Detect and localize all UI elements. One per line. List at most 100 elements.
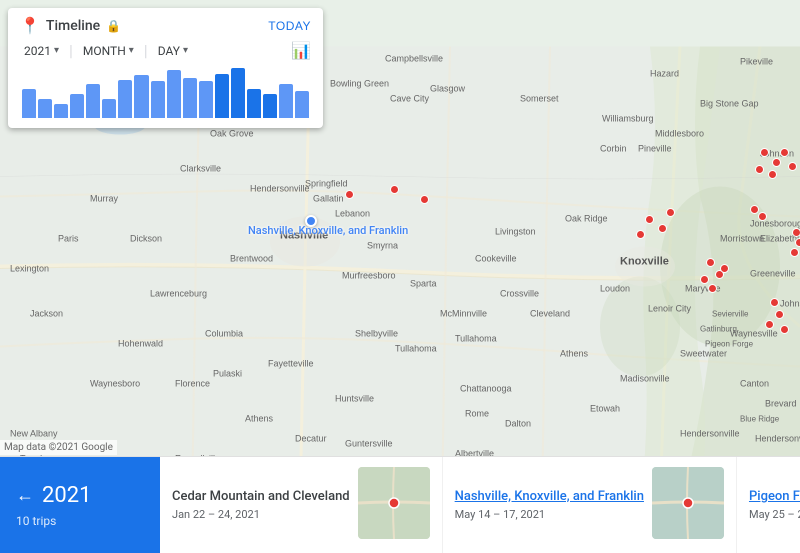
svg-text:Lawrenceburg: Lawrenceburg	[150, 289, 207, 299]
location-dot	[770, 298, 779, 307]
timeline-header: 📍 Timeline 🔒 TODAY	[20, 16, 311, 35]
svg-text:Athens: Athens	[245, 414, 274, 424]
svg-text:Huntsville: Huntsville	[335, 394, 374, 404]
location-dot	[720, 264, 729, 273]
trip-thumbnail	[652, 467, 724, 539]
trip-thumbnail	[358, 467, 430, 539]
month-dropdown-arrow: ▾	[129, 45, 134, 56]
svg-text:Brevard: Brevard	[765, 399, 797, 409]
location-dot	[758, 212, 767, 221]
month-filter[interactable]: MONTH ▾	[79, 42, 138, 60]
bar-chart-bar	[38, 99, 52, 118]
svg-text:Hohenwald: Hohenwald	[118, 339, 163, 349]
svg-text:Knoxville: Knoxville	[620, 256, 669, 268]
svg-text:Springfield: Springfield	[305, 179, 348, 189]
svg-text:Lenoir City: Lenoir City	[648, 304, 692, 314]
year-back: ← 2021	[16, 483, 144, 508]
bar-chart-bar	[22, 89, 36, 118]
trip-card-info: Nashville, Knoxville, and Franklin May 14…	[455, 467, 652, 543]
svg-text:Oak Ridge: Oak Ridge	[565, 214, 608, 224]
svg-text:Clarksville: Clarksville	[180, 164, 221, 174]
trip-title[interactable]: Pigeon Forge, Gatlinburg, and Seviervill…	[749, 489, 800, 506]
svg-text:Madisonville: Madisonville	[620, 374, 670, 384]
location-dot	[645, 215, 654, 224]
svg-text:Campbellsville: Campbellsville	[385, 54, 443, 64]
bar-chart-bar	[134, 75, 148, 118]
location-dot	[790, 248, 799, 257]
svg-text:McMinnville: McMinnville	[440, 309, 487, 319]
svg-text:Crossville: Crossville	[500, 289, 539, 299]
svg-text:Somerset: Somerset	[520, 94, 559, 104]
trip-cards-container[interactable]: Cedar Mountain and ClevelandJan 22 – 24,…	[160, 457, 800, 553]
map-data-attribution: Map data ©2021 Google	[0, 440, 117, 455]
trip-dates: May 25 – 27, 2021	[749, 508, 800, 521]
location-dot	[750, 205, 759, 214]
svg-text:Middlesboro: Middlesboro	[655, 129, 704, 139]
location-dot	[772, 158, 781, 167]
location-dot	[345, 190, 354, 199]
bar-chart-bar	[151, 81, 165, 118]
svg-text:Decatur: Decatur	[295, 434, 327, 444]
bar-chart-bar	[118, 80, 132, 118]
location-dot	[795, 238, 800, 247]
location-dot	[760, 148, 769, 157]
location-dot	[390, 185, 399, 194]
timeline-filters: 2021 ▾ | MONTH ▾ | DAY ▾ 📊	[20, 41, 311, 60]
svg-text:Hendersonville: Hendersonville	[680, 429, 740, 439]
svg-text:Rome: Rome	[465, 409, 489, 419]
trip-card[interactable]: Pigeon Forge, Gatlinburg, and Seviervill…	[737, 457, 800, 553]
location-dot	[780, 325, 789, 334]
day-dropdown-arrow: ▾	[183, 45, 188, 56]
back-arrow[interactable]: ←	[16, 485, 34, 506]
year-filter[interactable]: 2021 ▾	[20, 42, 63, 60]
bar-chart-bar	[54, 104, 68, 118]
timeline-panel: 📍 Timeline 🔒 TODAY 2021 ▾ | MONTH ▾ | DA…	[8, 8, 323, 128]
timeline-title: Timeline	[46, 18, 100, 34]
trip-card[interactable]: Cedar Mountain and ClevelandJan 22 – 24,…	[160, 457, 443, 553]
svg-text:Canton: Canton	[740, 379, 769, 389]
today-button[interactable]: TODAY	[268, 19, 311, 33]
svg-text:Etowah: Etowah	[590, 404, 620, 414]
svg-text:Gatlinburg: Gatlinburg	[700, 325, 737, 334]
map-route-label: Nashville, Knoxville, and Franklin	[248, 224, 408, 237]
svg-text:Sparta: Sparta	[410, 279, 437, 289]
bar-chart-bar	[167, 70, 181, 118]
location-dot	[700, 275, 709, 284]
svg-text:Waynesville: Waynesville	[730, 329, 778, 339]
svg-text:Hendersonville: Hendersonville	[755, 434, 800, 444]
svg-text:Hazard: Hazard	[650, 69, 679, 79]
svg-text:Dickson: Dickson	[130, 234, 162, 244]
trip-title[interactable]: Nashville, Knoxville, and Franklin	[455, 489, 644, 506]
trip-dates: May 14 – 17, 2021	[455, 508, 644, 521]
svg-text:Sweetwater: Sweetwater	[680, 349, 727, 359]
svg-text:Athens: Athens	[560, 349, 589, 359]
svg-text:Williamsburg: Williamsburg	[602, 114, 654, 124]
svg-text:Hendersonville: Hendersonville	[250, 184, 310, 194]
trip-card[interactable]: Nashville, Knoxville, and Franklin May 14…	[443, 457, 737, 553]
location-dot	[780, 148, 789, 157]
svg-text:Lexington: Lexington	[10, 264, 49, 274]
svg-text:Gallatin: Gallatin	[313, 194, 344, 204]
bar-chart-bar	[231, 68, 245, 118]
chart-icon[interactable]: 📊	[291, 41, 311, 60]
lock-icon: 🔒	[106, 19, 121, 33]
trip-card-info: Pigeon Forge, Gatlinburg, and Seviervill…	[749, 467, 800, 543]
day-filter[interactable]: DAY ▾	[154, 42, 192, 60]
svg-text:Oak Grove: Oak Grove	[210, 129, 254, 139]
location-dot	[636, 230, 645, 239]
svg-text:Paris: Paris	[58, 234, 79, 244]
svg-text:Pikeville: Pikeville	[740, 57, 773, 67]
bar-chart-bar	[102, 99, 116, 118]
svg-text:Dalton: Dalton	[505, 419, 531, 429]
location-dot	[755, 165, 764, 174]
filter-divider-1: |	[69, 41, 73, 60]
location-dot	[765, 320, 774, 329]
location-dot	[666, 208, 675, 217]
bar-chart-bar	[295, 91, 309, 118]
bar-chart-bar	[199, 81, 213, 118]
location-dot	[420, 195, 429, 204]
trip-title[interactable]: Cedar Mountain and Cleveland	[172, 489, 350, 506]
svg-text:Murfreesboro: Murfreesboro	[342, 271, 396, 281]
year-label: 2021	[42, 483, 91, 508]
svg-text:Cookeville: Cookeville	[475, 254, 517, 264]
